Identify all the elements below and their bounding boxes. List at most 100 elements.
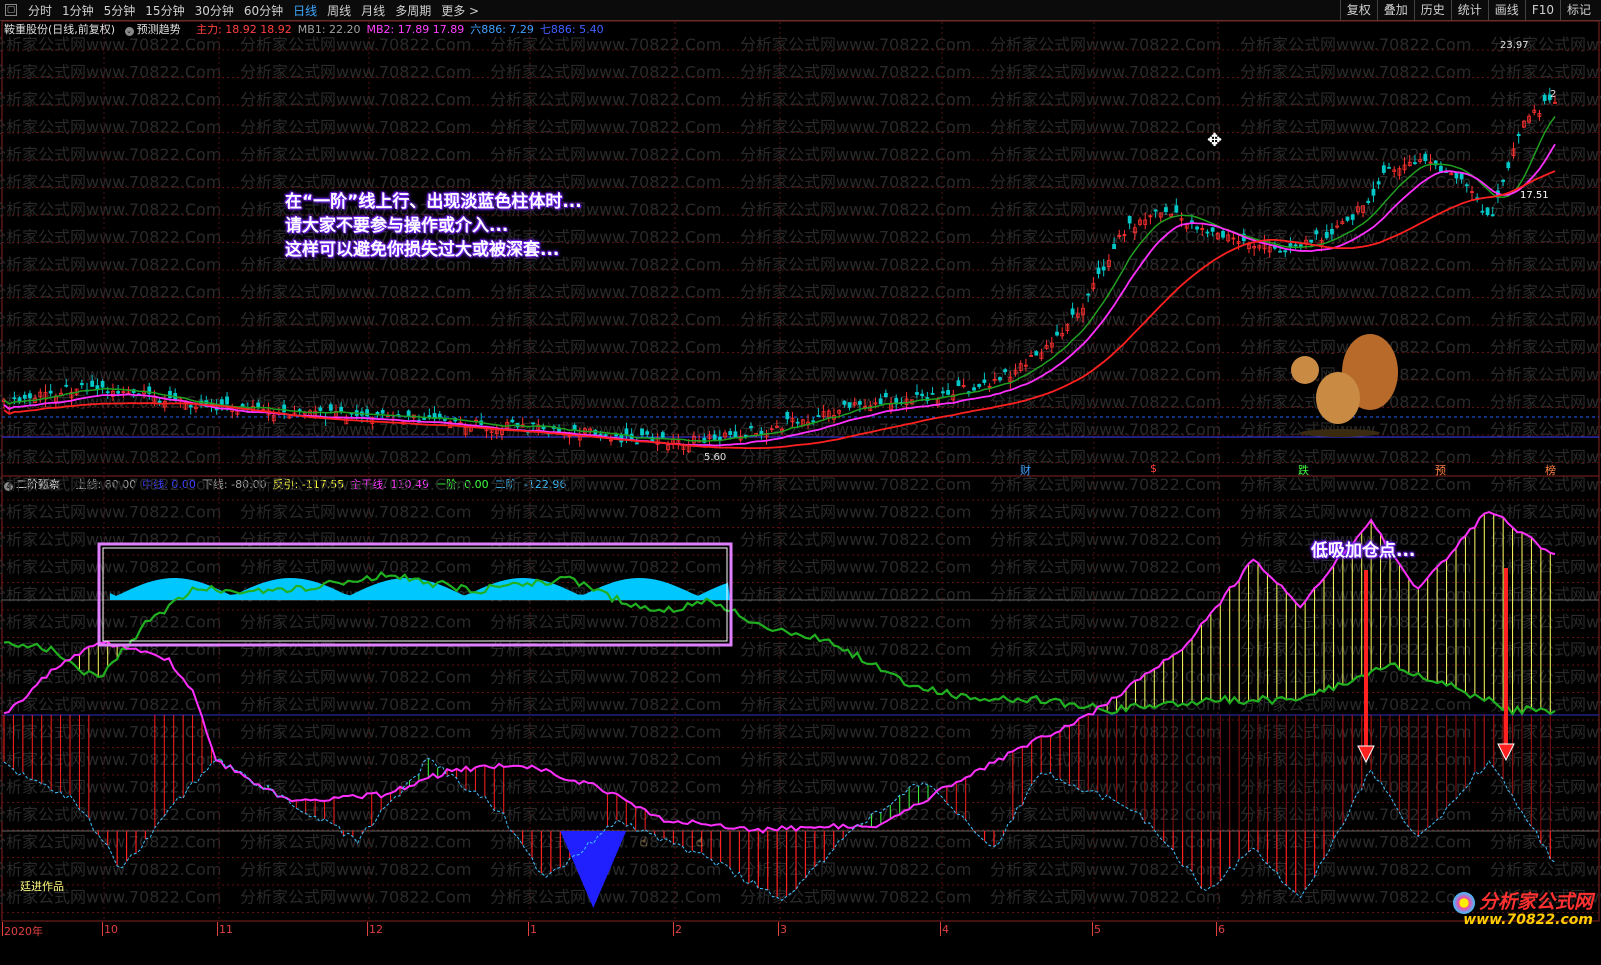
candle (28, 393, 32, 399)
background-watermark: 分析家公式网www.70822.Com (740, 860, 971, 879)
candle (728, 431, 733, 436)
event-tag[interactable]: 财 (1020, 462, 1031, 478)
background-watermark: 分析家公式网www.70822.Com (740, 475, 971, 494)
background-watermark: 分析家公式网www.70822.Com (990, 613, 1221, 632)
candle (1376, 181, 1381, 185)
candle (48, 390, 53, 394)
background-watermark: 分析家公式网www.70822.Com (990, 585, 1221, 604)
background-watermark: 分析家公式网www.70822.Com (490, 338, 721, 357)
background-watermark: 分析家公式网www.70822.Com (240, 530, 471, 549)
candle (660, 432, 665, 438)
event-tag[interactable]: 跌 (1298, 462, 1309, 478)
candle (1506, 162, 1511, 169)
background-watermark: 分析家公式网www.70822.Com (740, 63, 971, 82)
candle (12, 397, 17, 400)
background-watermark: 分析家公式网www.70822.Com (0, 695, 221, 714)
candle (1283, 250, 1288, 253)
background-watermark: 分析家公式网www.70822.Com (740, 228, 971, 247)
candle (318, 407, 323, 411)
candle (1070, 308, 1075, 315)
background-watermark: 分析家公式网www.70822.Com (240, 640, 471, 659)
background-watermark: 分析家公式网www.70822.Com (240, 145, 471, 164)
candle (930, 392, 935, 395)
background-watermark: 分析家公式网www.70822.Com (1240, 200, 1471, 219)
candle (1112, 244, 1116, 250)
main-annotation: 在“一阶”线上行、出现淡蓝色柱体时... 请大家不要参与操作或介入... 这样可… (285, 190, 582, 262)
background-watermark: 分析家公式网www.70822.Com (740, 558, 971, 577)
background-watermark: 分析家公式网www.70822.Com (490, 393, 721, 412)
candle (733, 431, 738, 438)
background-watermark: 分析家公式网www.70822.Com (240, 338, 471, 357)
candle (1096, 267, 1101, 274)
background-watermark: 分析家公式网www.70822.Com (990, 365, 1221, 384)
background-watermark: 分析家公式网www.70822.Com (0, 613, 221, 632)
candle (977, 384, 982, 387)
background-watermark: 分析家公式网www.70822.Com (990, 668, 1221, 687)
candle (1381, 165, 1386, 173)
price-high-label: 23.97 (1500, 40, 1529, 51)
background-watermark: 分析家公式网www.70822.Com (0, 145, 221, 164)
date-tick-mark (2, 922, 3, 936)
background-watermark: 分析家公式网www.70822.Com (240, 283, 471, 302)
buy-point-annotation: 低吸加仓点... (1311, 541, 1416, 561)
date-tick-mark (528, 922, 529, 936)
background-watermark: 分析家公式网www.70822.Com (990, 723, 1221, 742)
background-watermark: 分析家公式网www.70822.Com (1240, 833, 1471, 852)
background-watermark: 分析家公式网www.70822.Com (490, 283, 721, 302)
date-tick-mark (367, 922, 368, 936)
background-watermark: 分析家公式网www.70822.Com (740, 530, 971, 549)
background-watermark: 分析家公式网www.70822.Com (740, 613, 971, 632)
background-watermark: 分析家公式网www.70822.Com (740, 173, 971, 192)
background-watermark: 分析家公式网www.70822.Com (1240, 860, 1471, 879)
date-tick: 12 (369, 923, 383, 936)
background-watermark: 分析家公式网www.70822.Com (1490, 338, 1601, 357)
date-tick-mark (217, 922, 218, 936)
candle (1485, 207, 1490, 216)
background-watermark: 分析家公式网www.70822.Com (0, 668, 221, 687)
background-watermark: 分析家公式网www.70822.Com (1240, 695, 1471, 714)
hand-cursor-icon: ☝ (696, 835, 703, 849)
background-watermark: 分析家公式网www.70822.Com (740, 338, 971, 357)
event-tag[interactable]: 预 (1435, 462, 1446, 478)
candle (1345, 216, 1350, 221)
background-watermark: 分析家公式网www.70822.Com (990, 805, 1221, 824)
background-watermark: 分析家公式网www.70822.Com (490, 723, 721, 742)
event-tag[interactable]: $ (1150, 462, 1157, 475)
background-watermark: 分析家公式网www.70822.Com (490, 695, 721, 714)
background-watermark: 分析家公式网www.70822.Com (990, 393, 1221, 412)
background-watermark: 分析家公式网www.70822.Com (740, 668, 971, 687)
background-watermark: 分析家公式网www.70822.Com (490, 530, 721, 549)
candle (1034, 351, 1039, 356)
background-watermark: 分析家公式网www.70822.Com (1490, 63, 1601, 82)
candle (531, 422, 536, 425)
background-watermark: 分析家公式网www.70822.Com (1490, 255, 1601, 274)
candle (946, 390, 950, 395)
candle (90, 380, 95, 387)
background-watermark: 分析家公式网www.70822.Com (240, 63, 471, 82)
price-low-label: 5.60 (704, 452, 727, 463)
candle (339, 406, 344, 412)
background-watermark: 分析家公式网www.70822.Com (740, 585, 971, 604)
background-watermark: 分析家公式网www.70822.Com (490, 173, 721, 192)
background-watermark: 分析家公式网www.70822.Com (1240, 888, 1471, 907)
background-watermark: 分析家公式网www.70822.Com (740, 393, 971, 412)
candle (816, 415, 821, 417)
background-watermark: 分析家公式网www.70822.Com (0, 118, 221, 137)
price-mark-label: 2 (1550, 89, 1557, 100)
candle (1480, 210, 1485, 213)
event-tag[interactable]: 榜 (1545, 462, 1556, 478)
candle (614, 434, 619, 437)
candle (1278, 250, 1282, 253)
background-watermark: 分析家公式网www.70822.Com (0, 255, 221, 274)
background-watermark: 分析家公式网www.70822.Com (0, 200, 221, 219)
background-watermark: 分析家公式网www.70822.Com (740, 448, 971, 467)
candle (437, 413, 442, 418)
date-tick-mark (102, 922, 103, 936)
candle (1516, 134, 1521, 137)
candle (785, 411, 790, 420)
background-watermark: 分析家公式网www.70822.Com (1240, 310, 1471, 329)
background-watermark: 分析家公式网www.70822.Com (1490, 365, 1601, 384)
background-watermark: 分析家公式网www.70822.Com (1490, 310, 1601, 329)
stock-chart[interactable]: 分析家公式网www.70822.Com 分析家公式网www.70822.Com 分析… (0, 0, 1601, 940)
candle (1330, 228, 1334, 235)
